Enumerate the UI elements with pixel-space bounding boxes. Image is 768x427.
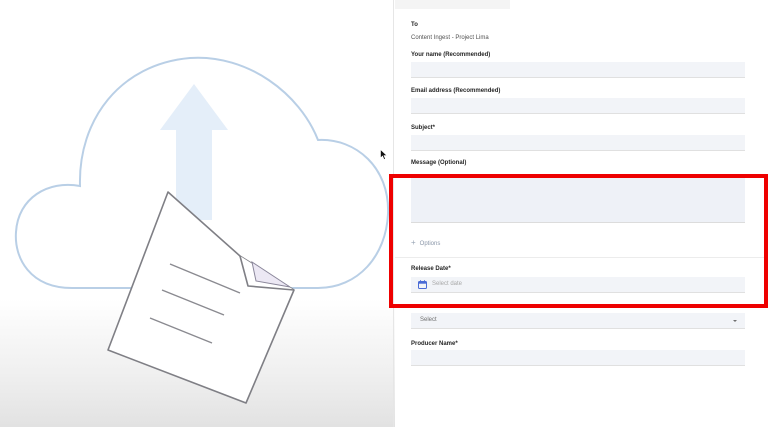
highlight-box bbox=[389, 174, 768, 308]
name-field[interactable] bbox=[411, 62, 745, 78]
message-label: Message (Optional) bbox=[411, 160, 467, 166]
producer-name-label: Producer Name* bbox=[411, 341, 458, 347]
email-field[interactable] bbox=[411, 98, 745, 114]
subject-label: Subject* bbox=[411, 125, 436, 131]
producer-name-field[interactable] bbox=[411, 350, 745, 366]
select-value: Select bbox=[420, 317, 437, 323]
upload-illustration-pane bbox=[0, 0, 395, 427]
subject-field[interactable] bbox=[411, 135, 745, 151]
to-label: To bbox=[411, 22, 418, 28]
to-recipient: Content Ingest - Project Lima bbox=[411, 35, 489, 41]
cloud-upload-icon bbox=[14, 56, 390, 404]
form-header-bar bbox=[395, 0, 510, 9]
name-label: Your name (Recommended) bbox=[411, 52, 491, 58]
chevron-down-icon bbox=[733, 320, 737, 322]
select-dropdown[interactable]: Select bbox=[411, 313, 745, 329]
email-label: Email address (Recommended) bbox=[411, 88, 501, 94]
mouse-cursor bbox=[380, 149, 388, 160]
